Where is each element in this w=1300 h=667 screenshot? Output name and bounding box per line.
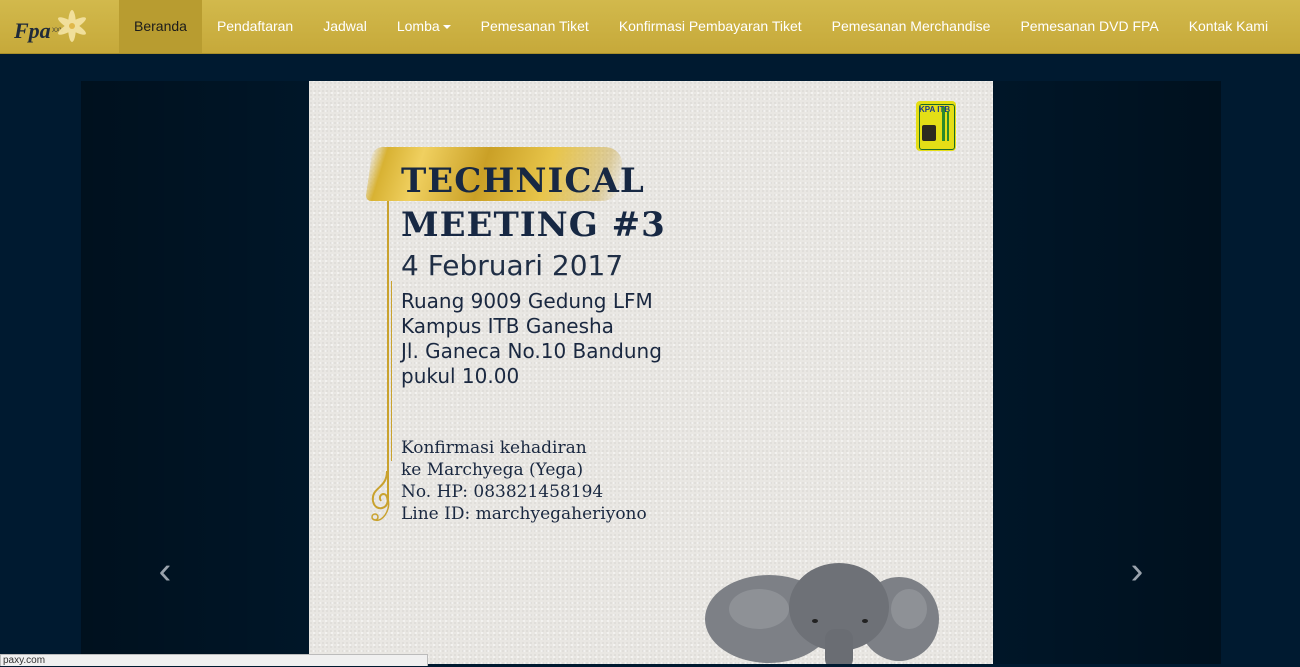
chevron-right-icon[interactable]: › — [1117, 551, 1157, 591]
nav-konfirmasi-label: Konfirmasi Pembayaran Tiket — [618, 18, 802, 34]
nav-pemesanan-dvd[interactable]: Pemesanan DVD FPA — [1005, 0, 1173, 53]
poster-title-line2: MEETING #3 — [401, 205, 666, 245]
image-carousel: KPA ITB TECHNICAL MEETING #3 4 Februari … — [81, 81, 1221, 664]
nav-kontak-label: Kontak Kami — [1188, 18, 1269, 34]
kpa-logo-text: KPA ITB — [919, 105, 951, 114]
kpa-logo-tree — [922, 125, 936, 141]
nav-dvd-label: Pemesanan DVD FPA — [1020, 18, 1159, 34]
address-line: pukul 10.00 — [401, 364, 520, 388]
address-line: Kampus ITB Ganesha — [401, 314, 614, 338]
nav-beranda[interactable]: Beranda — [119, 0, 202, 53]
gold-divider-line — [387, 201, 389, 501]
status-bar-url: paxy.com — [0, 654, 428, 666]
poster-contact: Konfirmasi kehadiran ke Marchyega (Yega)… — [401, 437, 647, 525]
main-nav: Beranda Pendaftaran Jadwal Lomba Pemesan… — [119, 0, 1283, 53]
poster-title-line1: TECHNICAL — [401, 161, 645, 201]
elephant-illustration — [705, 563, 939, 664]
nav-jadwal[interactable]: Jadwal — [308, 0, 382, 53]
brand-name: Fpa — [14, 18, 51, 43]
nav-pendaftaran-label: Pendaftaran — [216, 18, 294, 34]
carousel-left-control-area[interactable] — [81, 81, 309, 664]
kpa-logo-bamboo-2 — [947, 111, 949, 141]
address-line: Ruang 9009 Gedung LFM — [401, 289, 653, 313]
nav-pemesanan-tiket-label: Pemesanan Tiket — [480, 18, 589, 34]
nav-lomba-dropdown[interactable]: Lomba — [382, 0, 466, 53]
kpa-logo-bamboo — [942, 107, 945, 141]
brand-logo[interactable]: Fpa XXV — [12, 4, 102, 50]
nav-konfirmasi-pembayaran[interactable]: Konfirmasi Pembayaran Tiket — [604, 0, 817, 53]
carousel-slide-poster: KPA ITB TECHNICAL MEETING #3 4 Februari … — [309, 81, 993, 664]
address-line: Jl. Ganeca No.10 Bandung — [401, 339, 662, 363]
contact-line: No. HP: 083821458194 — [401, 482, 604, 502]
contact-line: ke Marchyega (Yega) — [401, 460, 584, 480]
poster-date: 4 Februari 2017 — [401, 249, 624, 282]
poster-address: Ruang 9009 Gedung LFM Kampus ITB Ganesha… — [401, 289, 662, 389]
nav-pemesanan-tiket[interactable]: Pemesanan Tiket — [466, 0, 604, 53]
carousel-right-control-area[interactable] — [993, 81, 1221, 664]
kpa-itb-logo: KPA ITB — [916, 101, 956, 151]
nav-lomba-label: Lomba — [396, 18, 440, 34]
nav-merchandise-label: Pemesanan Merchandise — [831, 18, 991, 34]
gold-divider-line-thin — [391, 281, 392, 461]
chevron-left-icon[interactable]: ‹ — [145, 551, 185, 591]
nav-kontak-kami[interactable]: Kontak Kami — [1174, 0, 1283, 53]
nav-pendaftaran[interactable]: Pendaftaran — [202, 0, 308, 53]
nav-beranda-label: Beranda — [134, 18, 187, 34]
nav-jadwal-label: Jadwal — [323, 18, 367, 34]
nav-pemesanan-merchandise[interactable]: Pemesanan Merchandise — [817, 0, 1006, 53]
navbar: Fpa XXV Beranda Pendaftaran Jadwal Lomba… — [0, 0, 1300, 54]
contact-line: Line ID: marchyegaheriyono — [401, 504, 647, 524]
contact-line: Konfirmasi kehadiran — [401, 438, 587, 458]
ornament-swirl-icon — [371, 470, 390, 522]
flower-icon — [58, 10, 86, 42]
caret-down-icon — [442, 25, 451, 30]
